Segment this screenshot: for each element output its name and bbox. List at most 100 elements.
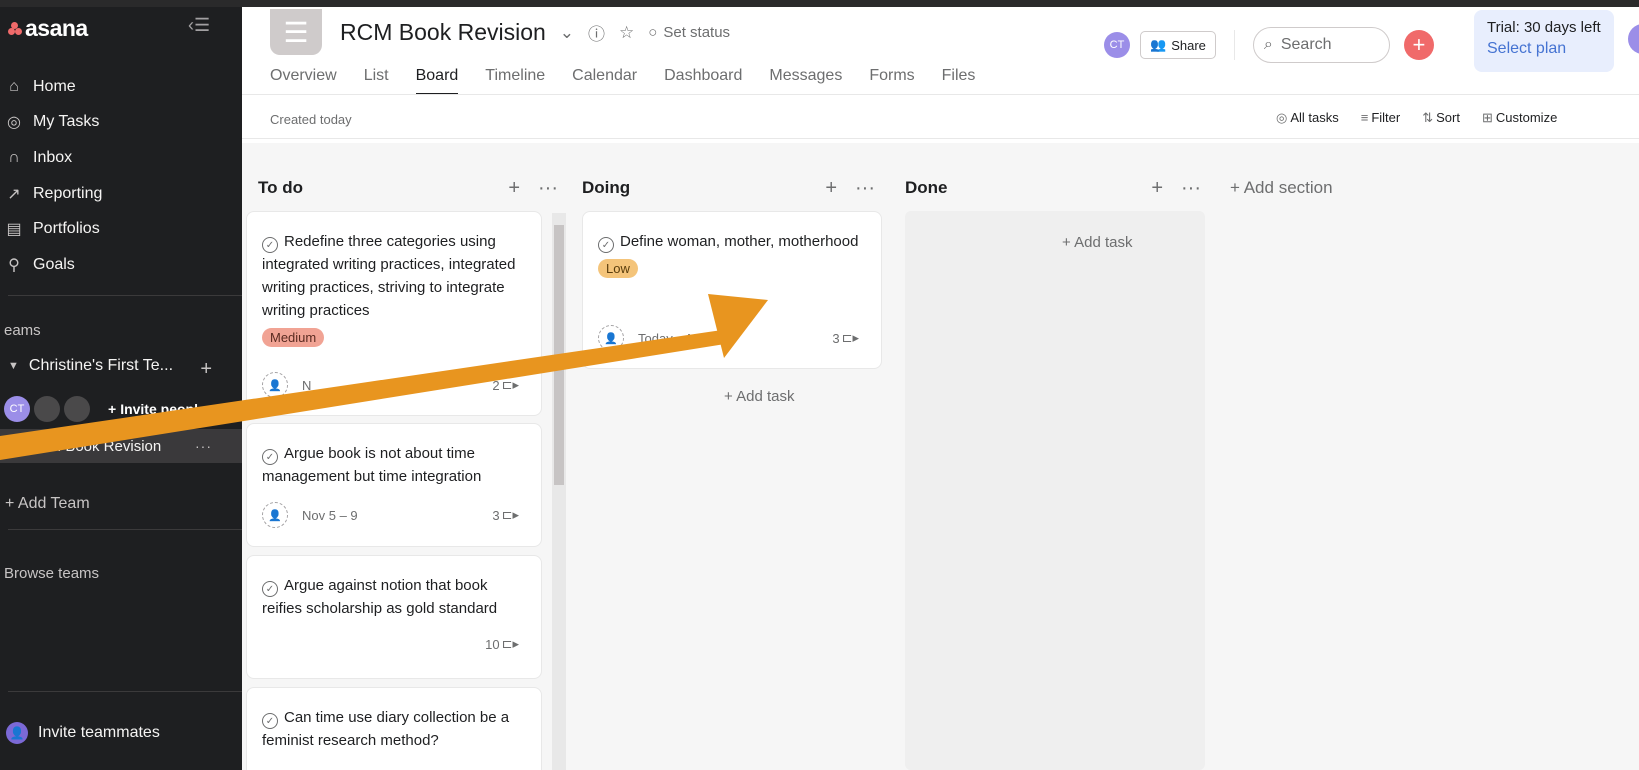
share-label: Share	[1171, 37, 1206, 53]
add-section-label: Add section	[1243, 178, 1333, 197]
assignee-icon[interactable]: 👤	[598, 325, 624, 351]
column-scrollbar[interactable]	[552, 213, 566, 770]
set-status-button[interactable]: ○ Set status	[648, 24, 730, 41]
sidebar-item-label: Portfolios	[33, 220, 100, 238]
sidebar-item-label: My Tasks	[33, 113, 100, 131]
sidebar-item-home[interactable]: ⌂ Home	[0, 69, 242, 105]
complete-check-icon[interactable]: ✓	[262, 449, 278, 465]
app-window: asana ‹☰ ⌂ Home ◎ My Tasks ∩ Inbox ↗ Reporti…	[0, 7, 1639, 770]
task-title-text: Redefine three categories using integrat…	[262, 233, 516, 319]
avatar[interactable]	[64, 396, 90, 422]
more-icon[interactable]: ···	[538, 177, 558, 200]
asana-logo-icon	[8, 21, 22, 36]
sidebar-item-my-tasks[interactable]: ◎ My Tasks	[0, 105, 242, 141]
team-row[interactable]: ▼ Christine's First Te...	[8, 357, 218, 375]
chevron-down-icon[interactable]: ⌄	[560, 23, 574, 43]
star-icon[interactable]: ☆	[619, 23, 634, 43]
complete-check-icon[interactable]: ✓	[262, 581, 278, 597]
complete-check-icon[interactable]: ✓	[262, 237, 278, 253]
add-task-label: Add task	[1074, 234, 1133, 251]
tab-overview[interactable]: Overview	[270, 67, 337, 95]
subtasks-count[interactable]: 3 ⊏▸	[832, 330, 859, 346]
filter-button[interactable]: ≡ Filter	[1361, 110, 1400, 126]
page-title[interactable]: RCM Book Revision	[340, 19, 546, 46]
due-date[interactable]: N	[302, 378, 311, 393]
search-input[interactable]: ⌕ Search	[1252, 27, 1390, 63]
tab-forms[interactable]: Forms	[869, 67, 914, 95]
share-button[interactable]: 👥 Share	[1140, 31, 1216, 59]
column-title[interactable]: Doing	[582, 178, 630, 198]
complete-check-icon[interactable]: ✓	[598, 237, 614, 253]
assignee-icon[interactable]: 👤	[262, 502, 288, 528]
add-section-button[interactable]: + Add section	[1230, 178, 1333, 198]
sidebar-item-inbox[interactable]: ∩ Inbox	[0, 140, 242, 176]
portfolio-icon: ▤	[6, 221, 22, 239]
trial-banner[interactable]: Trial: 30 days left Select plan	[1474, 10, 1614, 72]
add-task-icon[interactable]: +	[825, 177, 837, 200]
asana-logo[interactable]: asana	[8, 15, 88, 42]
column-title[interactable]: Done	[905, 178, 948, 198]
due-date[interactable]: Today – Nov 5	[638, 331, 721, 346]
subtasks-count[interactable]: 3 ⊏▸	[492, 507, 519, 523]
tab-calendar[interactable]: Calendar	[572, 67, 637, 95]
avatar[interactable]	[34, 396, 60, 422]
done-column-dropzone[interactable]	[905, 211, 1205, 770]
task-card[interactable]: ✓ Can time use diary collection be a femi…	[246, 687, 542, 770]
add-team-button[interactable]: + Add Team	[5, 495, 90, 513]
due-date[interactable]: Nov 5 – 9	[302, 508, 358, 523]
tab-messages[interactable]: Messages	[769, 67, 842, 95]
sort-label: Sort	[1436, 110, 1460, 125]
project-tabs: Overview List Board Timeline Calendar Da…	[270, 67, 975, 95]
main-area: ☰ RCM Book Revision ⌄ ⓘ ☆ ○ Set status Ov…	[242, 7, 1639, 770]
avatar[interactable]: CT	[1104, 32, 1130, 58]
subtasks-count[interactable]: 2 ⊏▸	[492, 377, 519, 393]
tab-list[interactable]: List	[364, 67, 389, 95]
more-icon[interactable]: ···	[855, 177, 875, 200]
add-task-button[interactable]: + Add task	[1062, 234, 1132, 251]
tab-timeline[interactable]: Timeline	[485, 67, 545, 95]
select-plan-link[interactable]: Select plan	[1487, 40, 1614, 58]
create-button[interactable]: +	[1403, 30, 1434, 60]
avatar[interactable]: CT	[4, 396, 30, 422]
sidebar-item-goals[interactable]: ⚲ Goals	[0, 247, 242, 283]
add-project-icon[interactable]: +	[200, 358, 212, 381]
more-icon[interactable]: ···	[195, 438, 212, 454]
goals-icon: ⚲	[8, 256, 20, 274]
tab-dashboard[interactable]: Dashboard	[664, 67, 742, 95]
task-card[interactable]: ✓ Argue book is not about time management…	[246, 423, 542, 547]
info-icon[interactable]: ⓘ	[588, 20, 605, 45]
browse-teams-link[interactable]: Browse teams	[4, 565, 99, 582]
sidebar-item-portfolios[interactable]: ▤ Portfolios	[0, 211, 242, 247]
user-avatar[interactable]	[1628, 24, 1639, 54]
sort-icon: ⇅	[1422, 110, 1434, 125]
filter-label: Filter	[1371, 110, 1401, 125]
task-card[interactable]: ✓ Argue against notion that book reifies …	[246, 555, 542, 679]
all-tasks-button[interactable]: ◎ All tasks	[1276, 110, 1339, 126]
column-title[interactable]: To do	[258, 178, 303, 198]
add-task-icon[interactable]: +	[1151, 177, 1163, 200]
task-card[interactable]: ✓ Redefine three categories using integra…	[246, 211, 542, 416]
tab-files[interactable]: Files	[942, 67, 976, 95]
invite-people-button[interactable]: + Invite people	[108, 401, 206, 417]
invite-teammates-button[interactable]: 👤 Invite teammates	[6, 722, 160, 744]
assignee-icon[interactable]: 👤	[262, 372, 288, 398]
tab-board[interactable]: Board	[415, 67, 459, 95]
sidebar-item-reporting[interactable]: ↗ Reporting	[0, 176, 242, 212]
task-title-text: Define woman, mother, motherhood	[620, 233, 859, 250]
caret-down-icon[interactable]: ▼	[8, 360, 19, 372]
add-task-button[interactable]: + Add task	[724, 388, 794, 405]
add-task-icon[interactable]: +	[508, 177, 520, 200]
task-card[interactable]: ✓ Define woman, mother, motherhood Low 👤 …	[582, 211, 882, 369]
subtasks-count[interactable]: 10 ⊏▸	[485, 636, 519, 652]
customize-button[interactable]: ⊞ Customize	[1482, 110, 1557, 126]
created-status: Created today	[270, 112, 352, 127]
collapse-sidebar-icon[interactable]: ‹☰	[188, 15, 210, 36]
sort-button[interactable]: ⇅ Sort	[1422, 110, 1460, 126]
priority-badge: Low	[598, 259, 638, 278]
board: To do + ··· Doing + ··· Done + ··· + Add se…	[242, 143, 1639, 770]
more-icon[interactable]: ···	[1181, 177, 1201, 200]
complete-check-icon[interactable]: ✓	[262, 713, 278, 729]
project-list-icon[interactable]: ☰	[270, 9, 322, 55]
sidebar-item-project[interactable]: RCM Book Revision ···	[0, 429, 242, 463]
scrollbar-thumb[interactable]	[554, 225, 564, 485]
